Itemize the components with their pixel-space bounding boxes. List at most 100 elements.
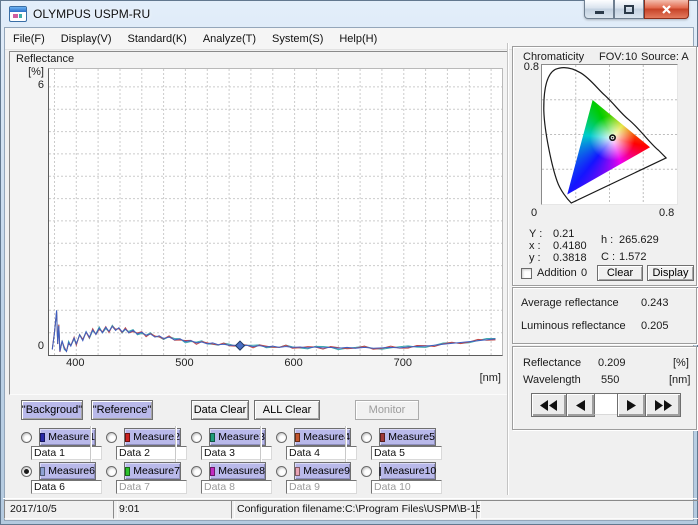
- back-icon: [576, 400, 585, 411]
- measure-button-5[interactable]: Measure5: [379, 428, 436, 446]
- measure-button-label: Measure9: [303, 465, 350, 477]
- data-input-10[interactable]: Data 10: [371, 480, 442, 494]
- measure-button-4[interactable]: Measure4: [294, 428, 351, 446]
- minimize-button[interactable]: [584, 0, 614, 19]
- luminous-reflectance-label: Luminous reflectance: [521, 320, 626, 332]
- display-button[interactable]: Display: [647, 265, 694, 281]
- data-input-5[interactable]: Data 5: [371, 446, 442, 460]
- chromaticity-plot[interactable]: [541, 64, 678, 205]
- status-bar: 2017/10/5 9:01 Configuration filename:C:…: [3, 498, 697, 520]
- data-clear-button[interactable]: Data Clear: [191, 400, 249, 420]
- measure-button-7[interactable]: Measure7: [124, 462, 181, 480]
- measure-button-2[interactable]: Measure2: [124, 428, 181, 446]
- all-clear-button[interactable]: ALL Clear: [254, 400, 320, 420]
- readout-y-label: y :: [529, 252, 541, 264]
- maximize-icon: [624, 5, 634, 14]
- measure-radio-4[interactable]: [276, 432, 287, 443]
- step-back-button[interactable]: [566, 393, 595, 417]
- source-label: Source: A: [641, 51, 689, 63]
- y-axis-max-label: 6: [16, 79, 44, 91]
- measure-button-10[interactable]: Measure10: [379, 462, 436, 480]
- window: OLYMPUS USPM-RU File(F)Display(V)Standar…: [0, 0, 698, 525]
- measure-button-3[interactable]: Measure3: [209, 428, 266, 446]
- measure-radio-10[interactable]: [361, 466, 372, 477]
- menu-item-help[interactable]: Help(H): [331, 29, 385, 49]
- data-input-3[interactable]: Data 3: [201, 446, 272, 460]
- data-input-2[interactable]: Data 2: [116, 446, 187, 460]
- readout-h-value: 265.629: [619, 234, 659, 246]
- menu-item-standard[interactable]: Standard(K): [120, 29, 195, 49]
- measure-button-9[interactable]: Measure9: [294, 462, 351, 480]
- data-input-1[interactable]: Data 1: [31, 446, 102, 460]
- axis-label-origin: 0: [531, 207, 537, 219]
- cursor-reflectance-label: Reflectance: [523, 357, 581, 369]
- measure-button-6[interactable]: Measure6: [39, 462, 96, 480]
- readout-y-value: 0.3818: [553, 252, 587, 264]
- step-fast-forward-button[interactable]: [645, 393, 681, 417]
- reflectance-plot[interactable]: [48, 68, 503, 356]
- close-button[interactable]: [644, 0, 689, 19]
- maximize-button[interactable]: [614, 0, 644, 19]
- addition-checkbox[interactable]: [521, 268, 532, 279]
- reflectance-chart-canvas: [49, 69, 502, 355]
- x-axis-ticks: 400500600700: [48, 357, 501, 371]
- addition-count: 0: [581, 267, 587, 279]
- measure-radio-5[interactable]: [361, 432, 372, 443]
- measure-blue-series: [52, 310, 495, 351]
- status-date: 2017/10/5: [4, 500, 118, 519]
- status-time: 9:01: [113, 500, 235, 519]
- step-fast-back-button[interactable]: [531, 393, 567, 417]
- fov-value: 10: [625, 51, 637, 63]
- background-button[interactable]: "Backgroud": [21, 400, 83, 420]
- measure-color-swatch-1: [40, 433, 45, 442]
- reference-button[interactable]: "Reference": [91, 400, 153, 420]
- measure-color-swatch-2: [125, 433, 130, 442]
- menu-item-file[interactable]: File(F): [5, 29, 53, 49]
- average-reflectance-label: Average reflectance: [521, 297, 619, 309]
- x-axis-tick: 400: [62, 357, 88, 369]
- measure-button-label: Measure6: [48, 465, 95, 477]
- axis-label-top: 0.8: [517, 61, 539, 73]
- cursor-group: Reflectance 0.209 [%] Wavelength 550 [nm…: [512, 346, 697, 430]
- x-axis-unit-label: [nm]: [457, 372, 501, 384]
- data-input-8[interactable]: Data 8: [201, 480, 272, 494]
- measure-radio-1[interactable]: [21, 432, 32, 443]
- measure-button-label: Measure8: [218, 465, 265, 477]
- data-input-7[interactable]: Data 7: [116, 480, 187, 494]
- spectral-locus: [542, 65, 677, 204]
- data-input-9[interactable]: Data 9: [286, 480, 357, 494]
- measure-color-swatch-7: [125, 467, 130, 476]
- x-axis-tick: 500: [171, 357, 197, 369]
- y-axis-min-label: 0: [16, 340, 44, 352]
- readout-C-value: 1.572: [619, 251, 647, 263]
- cursor-wavelength-label: Wavelength: [523, 374, 581, 386]
- measure-button-label: Measure3: [218, 431, 265, 443]
- measure-color-swatch-3: [210, 433, 215, 442]
- measure-radio-3[interactable]: [191, 432, 202, 443]
- readout-x-label: x :: [529, 240, 541, 252]
- measure-grid: Measure1Data 1 Measure2Data 2 Measure3 Data…: [1, 425, 506, 495]
- clear-button[interactable]: Clear: [597, 265, 643, 281]
- measure-radio-9[interactable]: [276, 466, 287, 477]
- x-axis-tick: 700: [390, 357, 416, 369]
- cursor-marker-diamond[interactable]: [235, 341, 244, 350]
- measure-radio-8[interactable]: [191, 466, 202, 477]
- menu-item-system[interactable]: System(S): [264, 29, 331, 49]
- window-title: OLYMPUS USPM-RU: [33, 7, 150, 21]
- fast-back-icon: [540, 400, 558, 411]
- readout-Y-label: Y :: [529, 228, 542, 240]
- measure-button-1[interactable]: Measure1: [39, 428, 96, 446]
- step-forward-button[interactable]: [617, 393, 646, 417]
- measure-button-8[interactable]: Measure8: [209, 462, 266, 480]
- measure-radio-7[interactable]: [106, 466, 117, 477]
- measure-radio-2[interactable]: [106, 432, 117, 443]
- data-input-6[interactable]: Data 6: [31, 480, 102, 494]
- menu-item-analyze[interactable]: Analyze(T): [195, 29, 264, 49]
- data-input-4[interactable]: Data 4: [286, 446, 357, 460]
- monitor-button[interactable]: Monitor: [355, 400, 419, 420]
- measure-radio-6[interactable]: [21, 466, 32, 477]
- cursor-reflectance-unit: [%]: [673, 357, 689, 369]
- axis-label-right: 0.8: [659, 207, 674, 219]
- menu-item-display[interactable]: Display(V): [53, 29, 120, 49]
- measure-color-swatch-5: [380, 433, 385, 442]
